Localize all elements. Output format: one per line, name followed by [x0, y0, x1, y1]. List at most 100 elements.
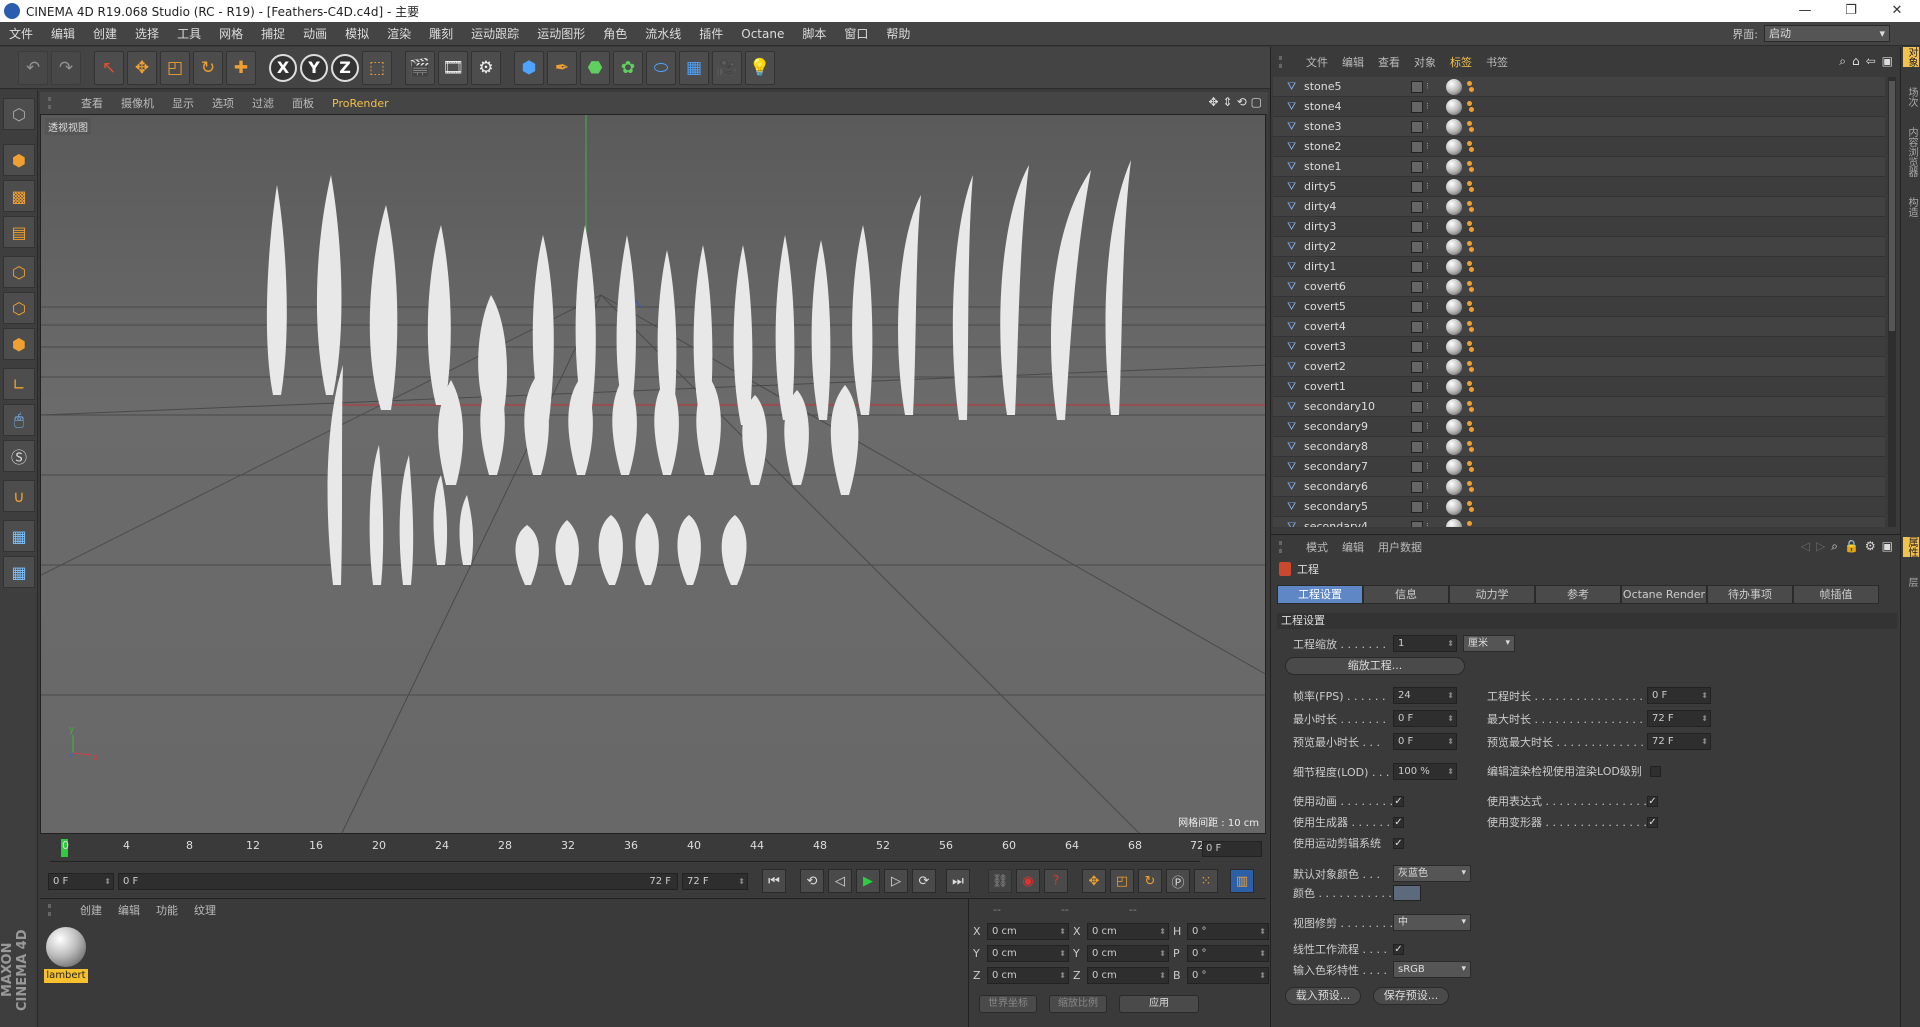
new-window-icon[interactable]: ▣ [1882, 54, 1893, 69]
material-tag-icon[interactable] [1446, 478, 1462, 495]
material-tag-icon[interactable] [1446, 178, 1462, 195]
material-tag-icon[interactable] [1446, 98, 1462, 115]
material-tag-icon[interactable] [1446, 198, 1462, 215]
visibility-toggle[interactable] [1411, 440, 1423, 453]
go-to-next-key-icon[interactable]: ⟳ [912, 869, 936, 893]
visibility-toggle[interactable] [1411, 520, 1423, 527]
tab-todo[interactable]: 待办事项 [1707, 585, 1793, 604]
minimize-button[interactable]: — [1782, 0, 1828, 22]
pen-icon[interactable]: ✒ [547, 50, 577, 85]
polygons-mode-icon[interactable]: ⬢ [3, 328, 35, 360]
material-menu-edit[interactable]: 编辑 [110, 902, 148, 918]
material-tag-icon[interactable] [1446, 118, 1462, 135]
phong-tag-icon[interactable] [1464, 100, 1476, 114]
menu-render[interactable]: 渲染 [378, 22, 420, 46]
layer-dots[interactable]: ⁝ [1426, 202, 1434, 212]
visibility-toggle[interactable] [1411, 100, 1423, 113]
menu-plugins[interactable]: 插件 [690, 22, 732, 46]
layer-dots[interactable]: ⁝ [1426, 442, 1434, 452]
layer-dots[interactable]: ⁝ [1426, 262, 1434, 272]
menu-pipeline[interactable]: 流水线 [636, 22, 690, 46]
visibility-toggle[interactable] [1411, 360, 1423, 373]
visibility-toggle[interactable] [1411, 120, 1423, 133]
zoom-view-icon[interactable]: ⇕ [1223, 95, 1233, 109]
material-tag-icon[interactable] [1446, 138, 1462, 155]
tab-info[interactable]: 信息 [1363, 585, 1449, 604]
material-tag-icon[interactable] [1446, 218, 1462, 235]
panel-grip[interactable] [1279, 541, 1289, 553]
menu-character[interactable]: 角色 [594, 22, 636, 46]
material-tag-icon[interactable] [1446, 338, 1462, 355]
render-settings-icon[interactable]: ⚙ [471, 50, 501, 85]
panel-grip[interactable] [48, 904, 58, 916]
rotation-p-field[interactable]: 0 ° [1187, 945, 1269, 962]
fps-field[interactable]: 24 [1393, 687, 1457, 704]
side-tab-structure[interactable]: 构造 [1903, 197, 1919, 217]
layer-dots[interactable]: ⁝ [1426, 102, 1434, 112]
phong-tag-icon[interactable] [1464, 320, 1476, 334]
floor-icon[interactable]: ▦ [679, 50, 709, 85]
visibility-toggle[interactable] [1411, 460, 1423, 473]
phong-tag-icon[interactable] [1464, 440, 1476, 454]
material-tag-icon[interactable] [1446, 438, 1462, 455]
key-point-level-icon[interactable]: ⁙ [1194, 869, 1218, 893]
phong-tag-icon[interactable] [1464, 120, 1476, 134]
phong-tag-icon[interactable] [1464, 420, 1476, 434]
side-tab-layers[interactable]: 层 [1903, 577, 1919, 587]
object-row[interactable]: ⛛ secondary4 ⁝ [1273, 517, 1885, 527]
cloner-icon[interactable]: ✿ [613, 50, 643, 85]
size-z-field[interactable]: 0 cm [1087, 967, 1169, 984]
visibility-toggle[interactable] [1411, 420, 1423, 433]
material-tag-icon[interactable] [1446, 318, 1462, 335]
object-row[interactable]: ⛛ covert6 ⁝ [1273, 277, 1885, 297]
object-list-scrollbar[interactable] [1888, 77, 1896, 527]
object-row[interactable]: ⛛ covert4 ⁝ [1273, 317, 1885, 337]
material-tag-icon[interactable] [1446, 518, 1462, 527]
menu-help[interactable]: 帮助 [877, 22, 919, 46]
cube-icon[interactable]: ⬢ [514, 50, 544, 85]
visibility-toggle[interactable] [1411, 500, 1423, 513]
menu-mesh[interactable]: 网格 [210, 22, 252, 46]
key-position-icon[interactable]: ✥ [1082, 869, 1106, 893]
attribute-menu-user-data[interactable]: 用户数据 [1371, 539, 1429, 555]
recent-tool-icon[interactable]: ✚ [226, 50, 256, 85]
layer-dots[interactable]: ⁝ [1426, 302, 1434, 312]
next-frame-icon[interactable]: ▷ [884, 869, 908, 893]
panel-grip[interactable] [1279, 56, 1289, 68]
phong-tag-icon[interactable] [1464, 300, 1476, 314]
rotation-b-field[interactable]: 0 ° [1187, 967, 1269, 984]
maximize-button[interactable]: ❐ [1828, 0, 1874, 22]
layer-dots[interactable]: ⁝ [1426, 382, 1434, 392]
layer-dots[interactable]: ⁝ [1426, 282, 1434, 292]
object-row[interactable]: ⛛ secondary5 ⁝ [1273, 497, 1885, 517]
layout-select[interactable]: 启动 [1764, 25, 1890, 42]
linear-workflow-checkbox[interactable]: ✓ [1393, 943, 1404, 955]
object-row[interactable]: ⛛ secondary8 ⁝ [1273, 437, 1885, 457]
material-tag-icon[interactable] [1446, 458, 1462, 475]
material-preview[interactable] [46, 927, 86, 967]
render-view-icon[interactable]: 🎬 [405, 50, 435, 85]
model-mode-icon[interactable]: ⬢ [3, 144, 35, 176]
tab-project-settings[interactable]: 工程设置 [1277, 585, 1363, 604]
visibility-toggle[interactable] [1411, 180, 1423, 193]
preview-range-slider[interactable]: 0 F 72 F [118, 872, 678, 890]
y-axis-icon[interactable]: Y [300, 53, 328, 82]
phong-tag-icon[interactable] [1464, 180, 1476, 194]
phong-tag-icon[interactable] [1464, 280, 1476, 294]
coordinate-mode-dropdown[interactable]: 世界坐标 [979, 995, 1037, 1013]
render-lod-checkbox[interactable] [1649, 765, 1661, 777]
perspective-viewport[interactable]: y x 透视视图 网格间距 : 10 cm [40, 114, 1266, 834]
menu-script[interactable]: 脚本 [793, 22, 835, 46]
settings-icon[interactable]: ⚙ [1865, 539, 1876, 554]
go-to-start-icon[interactable]: ⏮ [762, 869, 786, 893]
key-rotation-icon[interactable]: ↻ [1138, 869, 1162, 893]
phong-tag-icon[interactable] [1464, 200, 1476, 214]
orbit-view-icon[interactable]: ⟲ [1237, 95, 1247, 109]
material-tag-icon[interactable] [1446, 418, 1462, 435]
previous-frame-icon[interactable]: ◁ [828, 869, 852, 893]
viewport-menu-prorender[interactable]: ProRender [323, 97, 398, 110]
layer-dots[interactable]: ⁝ [1426, 402, 1434, 412]
side-tab-takes[interactable]: 场次 [1903, 87, 1919, 107]
menu-simulate[interactable]: 模拟 [336, 22, 378, 46]
color-swatch[interactable] [1393, 885, 1421, 901]
